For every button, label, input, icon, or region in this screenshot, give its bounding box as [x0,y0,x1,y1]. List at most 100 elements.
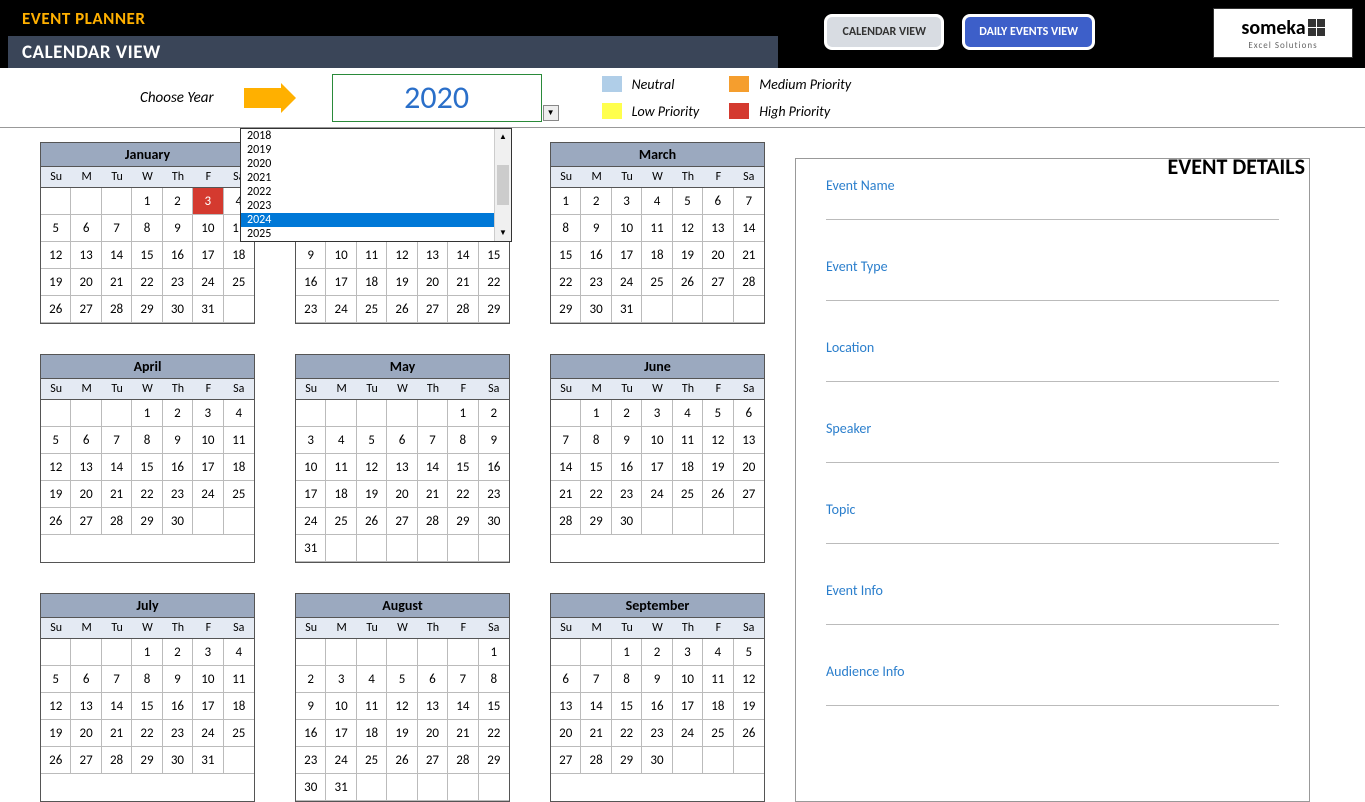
day-cell[interactable] [326,535,356,562]
day-cell[interactable]: 9 [642,666,672,693]
day-cell[interactable]: 5 [703,400,733,427]
day-cell[interactable]: 11 [357,242,387,269]
day-cell[interactable]: 27 [418,747,448,774]
day-cell[interactable]: 19 [41,269,71,296]
day-cell[interactable]: 3 [193,639,223,666]
day-cell[interactable]: 31 [193,747,223,774]
day-cell[interactable]: 21 [551,481,581,508]
day-cell[interactable]: 26 [703,481,733,508]
day-cell[interactable]: 17 [193,242,223,269]
day-cell[interactable]: 11 [703,666,733,693]
day-cell[interactable]: 2 [296,666,326,693]
day-cell[interactable] [418,400,448,427]
day-cell[interactable]: 6 [418,666,448,693]
day-cell[interactable]: 18 [642,242,672,269]
day-cell[interactable]: 27 [71,747,101,774]
day-cell[interactable]: 2 [163,188,193,215]
day-cell[interactable]: 6 [71,427,101,454]
day-cell[interactable]: 28 [734,269,764,296]
day-cell[interactable]: 10 [326,242,356,269]
day-cell[interactable]: 28 [418,508,448,535]
day-cell[interactable] [102,188,132,215]
day-cell[interactable] [71,400,101,427]
day-cell[interactable]: 24 [296,508,326,535]
day-cell[interactable]: 19 [387,269,417,296]
day-cell[interactable]: 7 [734,188,764,215]
day-cell[interactable]: 23 [296,296,326,323]
day-cell[interactable] [448,535,478,562]
day-cell[interactable]: 16 [479,454,509,481]
day-cell[interactable]: 16 [163,454,193,481]
day-cell[interactable]: 14 [448,693,478,720]
day-cell[interactable]: 9 [163,215,193,242]
day-cell[interactable]: 5 [387,666,417,693]
day-cell[interactable]: 15 [612,693,642,720]
day-cell[interactable]: 10 [193,215,223,242]
day-cell[interactable]: 6 [387,427,417,454]
day-cell[interactable]: 24 [673,720,703,747]
day-cell[interactable]: 26 [41,508,71,535]
day-cell[interactable]: 31 [612,296,642,323]
day-cell[interactable]: 22 [551,269,581,296]
day-cell[interactable]: 30 [296,774,326,801]
day-cell[interactable] [734,747,764,774]
day-cell[interactable]: 15 [132,693,162,720]
day-cell[interactable]: 11 [673,427,703,454]
scroll-down-icon[interactable]: ▼ [495,225,511,241]
day-cell[interactable] [479,774,509,801]
day-cell[interactable]: 20 [551,720,581,747]
day-cell[interactable] [357,535,387,562]
day-cell[interactable]: 3 [326,666,356,693]
day-cell[interactable]: 17 [326,269,356,296]
day-cell[interactable]: 14 [102,242,132,269]
day-cell[interactable]: 12 [703,427,733,454]
day-cell[interactable] [224,296,254,323]
day-cell[interactable]: 10 [326,693,356,720]
day-cell[interactable]: 26 [734,720,764,747]
day-cell[interactable] [41,400,71,427]
day-cell[interactable]: 29 [612,747,642,774]
day-cell[interactable]: 19 [734,693,764,720]
day-cell[interactable]: 1 [612,639,642,666]
day-cell[interactable]: 28 [581,747,611,774]
day-cell[interactable]: 15 [132,454,162,481]
day-cell[interactable]: 24 [193,720,223,747]
day-cell[interactable]: 21 [102,269,132,296]
day-cell[interactable] [102,639,132,666]
day-cell[interactable]: 8 [132,666,162,693]
day-cell[interactable]: 20 [734,454,764,481]
day-cell[interactable]: 13 [71,693,101,720]
day-cell[interactable]: 13 [703,215,733,242]
day-cell[interactable]: 22 [132,720,162,747]
day-cell[interactable]: 4 [224,639,254,666]
day-cell[interactable]: 16 [296,720,326,747]
day-cell[interactable]: 16 [581,242,611,269]
day-cell[interactable]: 3 [612,188,642,215]
day-cell[interactable]: 8 [479,666,509,693]
day-cell[interactable]: 6 [734,400,764,427]
day-cell[interactable]: 5 [357,427,387,454]
day-cell[interactable]: 10 [193,427,223,454]
day-cell[interactable]: 15 [581,454,611,481]
day-cell[interactable]: 18 [224,454,254,481]
day-cell[interactable]: 29 [132,508,162,535]
day-cell[interactable] [387,535,417,562]
day-cell[interactable]: 25 [357,296,387,323]
day-cell[interactable]: 29 [551,296,581,323]
day-cell[interactable]: 31 [296,535,326,562]
day-cell[interactable]: 3 [642,400,672,427]
day-cell[interactable] [41,188,71,215]
day-cell[interactable]: 22 [479,720,509,747]
day-cell[interactable]: 14 [581,693,611,720]
day-cell[interactable]: 9 [479,427,509,454]
day-cell[interactable] [418,535,448,562]
day-cell[interactable]: 17 [193,454,223,481]
day-cell[interactable]: 1 [448,400,478,427]
day-cell[interactable]: 14 [448,242,478,269]
day-cell[interactable]: 24 [193,481,223,508]
day-cell[interactable]: 28 [102,296,132,323]
day-cell[interactable]: 24 [326,296,356,323]
day-cell[interactable]: 26 [41,296,71,323]
day-cell[interactable]: 25 [326,508,356,535]
year-option[interactable]: 2025 [241,227,494,241]
